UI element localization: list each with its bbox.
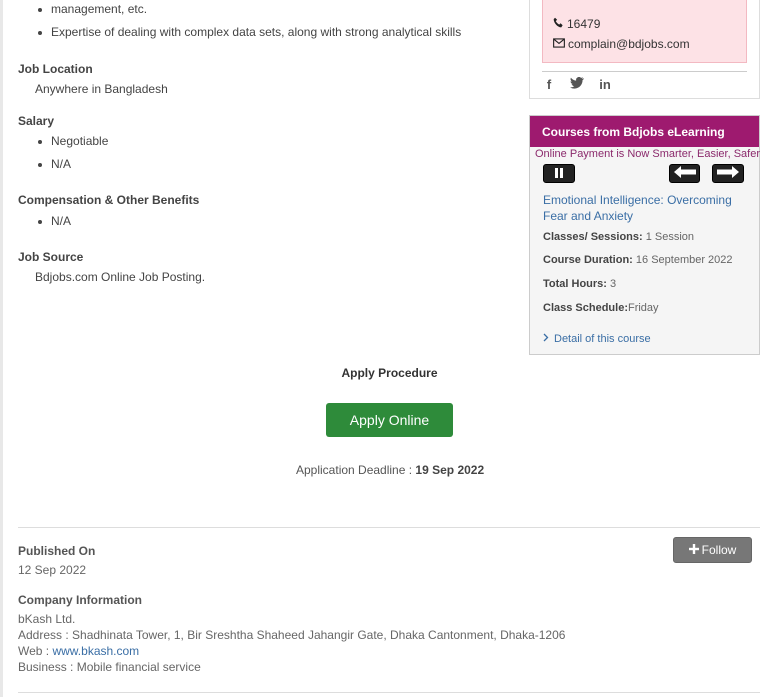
pause-icon [554,167,564,181]
classes-label: Classes/ Sessions: [543,231,643,243]
plus-icon [688,543,699,557]
courses-header: Courses from Bdjobs eLearning [530,116,759,147]
facebook-icon[interactable]: f [542,77,556,92]
deadline-label: Application Deadline : [296,463,413,477]
mail-icon [553,37,565,51]
salary-heading: Salary [18,114,55,128]
web-label: Web : [18,644,50,658]
requirement-item: management, etc. [37,2,148,16]
requirement-item: Expertise of dealing with complex data s… [37,25,462,39]
pause-button[interactable] [543,164,575,183]
salary-item: Negotiable [37,134,109,148]
chevron-right-icon [543,333,549,345]
published-on-heading: Published On [18,544,96,558]
job-source-heading: Job Source [18,250,84,264]
company-name: bKash Ltd. [18,612,76,626]
course-title-link[interactable]: Emotional Intelligence: Overcoming Fear … [543,192,753,224]
schedule-value: Friday [627,302,659,314]
course-duration: Course Duration: 16 September 2022 [543,254,733,266]
hours-value: 3 [610,278,617,290]
company-info-heading: Company Information [18,593,143,607]
course-hours: Total Hours: 3 [543,278,616,290]
job-location-heading: Job Location [18,62,93,76]
salary-item: N/A [37,157,72,171]
course-detail-link[interactable]: Detail of this course [543,333,651,345]
arrow-right-icon [717,166,739,181]
arrow-left-icon [673,166,696,181]
next-button[interactable] [712,164,744,183]
left-border [0,0,3,697]
social-links: f in [542,71,747,92]
published-date: 12 Sep 2022 [18,563,87,577]
course-schedule: Class Schedule:Friday [543,302,659,314]
classes-value: 1 Session [645,231,695,243]
section-divider [18,527,760,528]
courses-panel: Courses from Bdjobs eLearning Online Pay… [529,115,760,355]
application-deadline: Application Deadline : 19 Sep 2022 [296,463,484,477]
company-business: Business : Mobile financial service [18,660,201,674]
job-location-value: Anywhere in Bangladesh [35,82,168,96]
follow-label: Follow [701,543,737,557]
phone-icon [553,17,564,31]
phone-number[interactable]: 16479 [567,17,600,31]
job-source-value: Bdjobs.com Online Job Posting. [35,270,206,284]
course-classes: Classes/ Sessions: 1 Session [543,231,694,243]
deadline-date: 19 Sep 2022 [415,463,485,477]
follow-button[interactable]: Follow [673,537,752,563]
course-detail-label: Detail of this course [554,333,651,345]
compensation-item: N/A [37,214,72,228]
schedule-label: Class Schedule: [543,302,628,314]
contact-panel: 16479 complain@bdjobs.com f in [529,0,760,99]
job-details-page: management, etc. Expertise of dealing wi… [0,0,777,697]
company-web-link[interactable]: www.bkash.com [52,644,139,658]
linkedin-icon[interactable]: in [598,77,612,92]
prev-button[interactable] [669,164,700,183]
email-line: complain@bdjobs.com [553,37,690,51]
promo-marquee: Online Payment is Now Smarter, Easier, S… [535,148,760,160]
apply-procedure-title: Apply Procedure [341,366,438,380]
duration-label: Course Duration: [543,254,633,266]
email-address[interactable]: complain@bdjobs.com [568,37,690,51]
phone-line: 16479 [553,17,600,31]
hours-label: Total Hours: [543,278,607,290]
company-web: Web : www.bkash.com [18,644,139,658]
complaint-box: 16479 complain@bdjobs.com [542,0,747,63]
company-address: Address : Shadhinata Tower, 1, Bir Sresh… [18,628,566,642]
twitter-icon[interactable] [570,76,584,92]
apply-online-button[interactable]: Apply Online [326,403,453,437]
compensation-heading: Compensation & Other Benefits [18,193,200,207]
duration-value: 16 September 2022 [635,254,733,266]
bottom-divider [18,692,760,693]
